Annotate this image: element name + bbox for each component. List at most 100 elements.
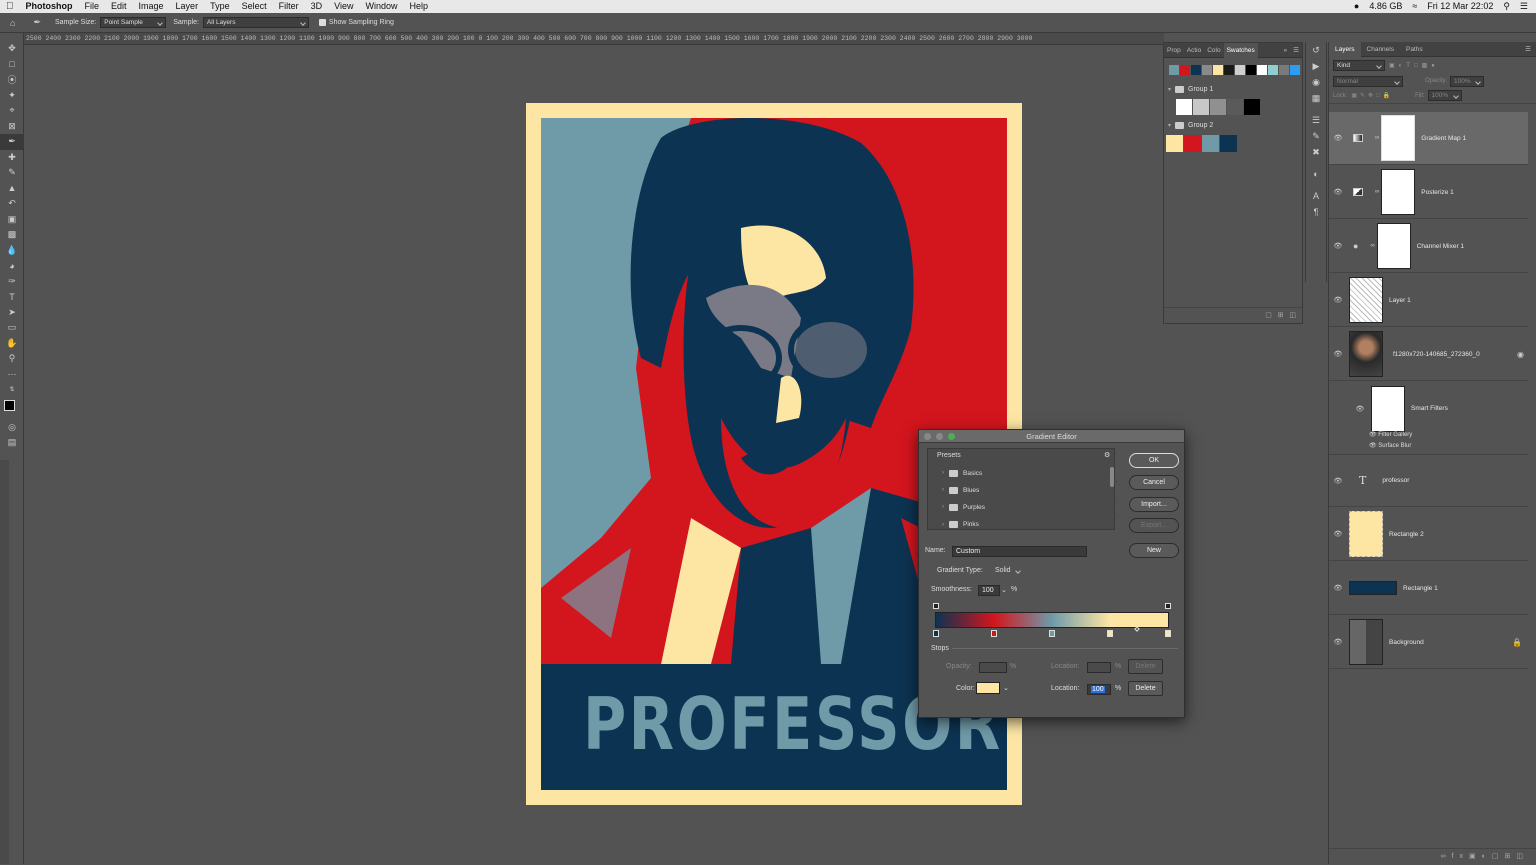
blur-tool-icon[interactable]: 💧 [0, 243, 24, 259]
minimize-window-icon[interactable] [936, 433, 943, 440]
fx-icon[interactable]: fx [1452, 853, 1469, 860]
layer-name[interactable]: Background [1389, 639, 1424, 646]
new-button[interactable]: New [1129, 543, 1179, 558]
menu-window[interactable]: Window [359, 0, 403, 13]
gradient-color-stop[interactable] [1049, 630, 1055, 637]
foreground-color[interactable] [4, 399, 15, 411]
smoothness-dropdown-icon[interactable]: ⌄ [1001, 586, 1007, 594]
history-icon[interactable]: ↺ [1306, 42, 1326, 58]
gear-icon[interactable]: ⚙ [1104, 451, 1110, 459]
panel-collapse-icon[interactable]: » [1281, 43, 1291, 58]
visibility-eye-icon[interactable]: 👁 [1331, 242, 1345, 250]
visibility-eye-icon[interactable]: 👁 [1331, 350, 1345, 358]
filter-pixel-icon[interactable]: ▣ [1389, 62, 1395, 69]
menu-filter[interactable]: Filter [273, 0, 305, 13]
name-field[interactable]: Custom [952, 546, 1087, 557]
color-dropdown-icon[interactable]: ⌄ [1003, 684, 1009, 692]
layer-name[interactable]: Layer 1 [1389, 297, 1411, 304]
swatch-group-2[interactable]: ▾ Group 2 [1164, 118, 1302, 132]
layer-name[interactable]: f1280x720-140685_272360_0 [1393, 351, 1480, 358]
filter-toggle-icon[interactable]: ● [1431, 63, 1435, 69]
swatch[interactable] [1169, 65, 1179, 75]
lock-icons[interactable]: ▣✎✥□🔒 [1351, 92, 1393, 99]
layer-row-smart-object[interactable]: 👁 f1280x720-140685_272360_0 ◉ [1329, 328, 1528, 381]
swatch[interactable] [1166, 135, 1183, 152]
menu-file[interactable]: File [79, 0, 106, 13]
fill-field[interactable]: 100% [1427, 90, 1462, 101]
preset-folder-pinks[interactable]: › Pinks [942, 516, 1118, 533]
more-tools-icon[interactable]: ⋯ [0, 367, 24, 383]
layer-name[interactable]: Channel Mixer 1 [1417, 243, 1464, 250]
gradient-color-stop[interactable] [1107, 630, 1113, 637]
tab-color[interactable]: Colo [1204, 43, 1223, 58]
layer-mask-thumbnail[interactable] [1376, 223, 1411, 269]
new-swatch-icon[interactable]: ⊞ [1278, 312, 1284, 319]
layer-mask-thumbnail[interactable] [1381, 115, 1416, 161]
tab-actions[interactable]: Actio [1184, 43, 1204, 58]
opacity-location-field[interactable] [1087, 662, 1111, 673]
visibility-eye-icon[interactable]: 👁 [1369, 443, 1377, 449]
visibility-eye-icon[interactable]: 👁 [1369, 432, 1377, 438]
eyedropper-tool-preset-icon[interactable]: ✒ [33, 17, 41, 28]
import-button[interactable]: Import... [1129, 497, 1179, 512]
swatch[interactable] [1279, 65, 1289, 75]
smart-filter-mask-thumbnail[interactable] [1371, 385, 1405, 432]
presets-scrollbar[interactable] [1110, 467, 1114, 487]
layer-mask-thumbnail[interactable] [1381, 169, 1416, 215]
swatches-icon[interactable]: ▦ [1306, 90, 1326, 106]
kind-filter-select[interactable]: Kind [1333, 60, 1385, 71]
visibility-eye-icon[interactable]: 👁 [1331, 134, 1345, 142]
layer-row-professor-text[interactable]: 👁 T professor [1329, 454, 1528, 507]
app-menu-photoshop[interactable]: Photoshop [20, 0, 79, 13]
zoom-tool-icon[interactable]: ⚲ [0, 351, 24, 367]
visibility-eye-icon[interactable]: 👁 [1331, 530, 1345, 538]
swatch[interactable] [1202, 65, 1212, 75]
preset-folder-purples[interactable]: › Purples [942, 499, 1118, 516]
sample-select[interactable]: All Layers [202, 17, 309, 28]
eyedropper-tool-icon[interactable]: ✒ [0, 134, 24, 150]
cancel-button[interactable]: Cancel [1129, 475, 1179, 490]
ok-button[interactable]: OK [1129, 453, 1179, 468]
swap-colors-icon[interactable]: ⇅ [0, 382, 24, 398]
clock[interactable]: Fri 12 Mar 22:02 [1427, 0, 1493, 13]
layer-thumbnail[interactable] [1349, 511, 1383, 557]
smoothness-field[interactable]: 100 [978, 585, 1000, 596]
swatch[interactable] [1290, 65, 1300, 75]
lasso-tool-icon[interactable]: ⦿ [0, 72, 24, 88]
gradient-color-stop[interactable] [991, 630, 997, 637]
hand-tool-icon[interactable]: ✋ [0, 336, 24, 352]
opacity-field[interactable] [979, 662, 1007, 673]
close-window-icon[interactable] [924, 433, 931, 440]
healing-brush-tool-icon[interactable]: ✚ [0, 150, 24, 166]
visibility-eye-icon[interactable]: 👁 [1331, 638, 1345, 646]
memory-usage[interactable]: 4.86 GB [1369, 0, 1402, 13]
crop-tool-icon[interactable]: ⌖ [0, 103, 24, 119]
gradient-tool-icon[interactable]: ▩ [0, 227, 24, 243]
layer-row-background[interactable]: 👁 Background 🔒 [1329, 616, 1528, 669]
panel-menu-icon[interactable]: ☰ [1522, 42, 1536, 57]
chevron-right-icon[interactable]: › [942, 470, 944, 476]
visibility-eye-icon[interactable]: 👁 [1353, 405, 1367, 413]
menu-help[interactable]: Help [403, 0, 434, 13]
tab-layers[interactable]: Layers [1329, 41, 1361, 57]
swatch-group-1[interactable]: ▾ Group 1 [1164, 82, 1302, 96]
layer-row-rectangle-1[interactable]: 👁 Rectangle 1 [1329, 562, 1528, 615]
show-ring-checkbox[interactable] [318, 19, 326, 26]
trash-icon[interactable]: ◫ [1289, 312, 1296, 319]
swatch[interactable] [1202, 135, 1219, 152]
visibility-eye-icon[interactable]: 👁 [1331, 477, 1345, 485]
smart-filter-icon[interactable]: ◉ [1517, 350, 1524, 359]
link-layers-icon[interactable]: ∞ [1441, 853, 1452, 860]
new-layer-icon[interactable]: ⊞ [1505, 853, 1517, 860]
layer-name[interactable]: Rectangle 1 [1403, 585, 1438, 592]
add-mask-icon[interactable]: ▣ [1469, 853, 1482, 860]
move-tool-icon[interactable]: ✥ [0, 41, 24, 57]
layer-name[interactable]: Rectangle 2 [1389, 531, 1424, 538]
swatch[interactable] [1213, 65, 1223, 75]
menu-select[interactable]: Select [236, 0, 273, 13]
chevron-right-icon[interactable]: › [942, 504, 944, 510]
styles-icon[interactable]: ◐ [1306, 166, 1326, 182]
delete-color-stop-button[interactable]: Delete [1128, 681, 1163, 696]
sample-size-select[interactable]: Point Sample [100, 17, 167, 28]
lock-icon[interactable]: 🔒 [1512, 638, 1522, 647]
